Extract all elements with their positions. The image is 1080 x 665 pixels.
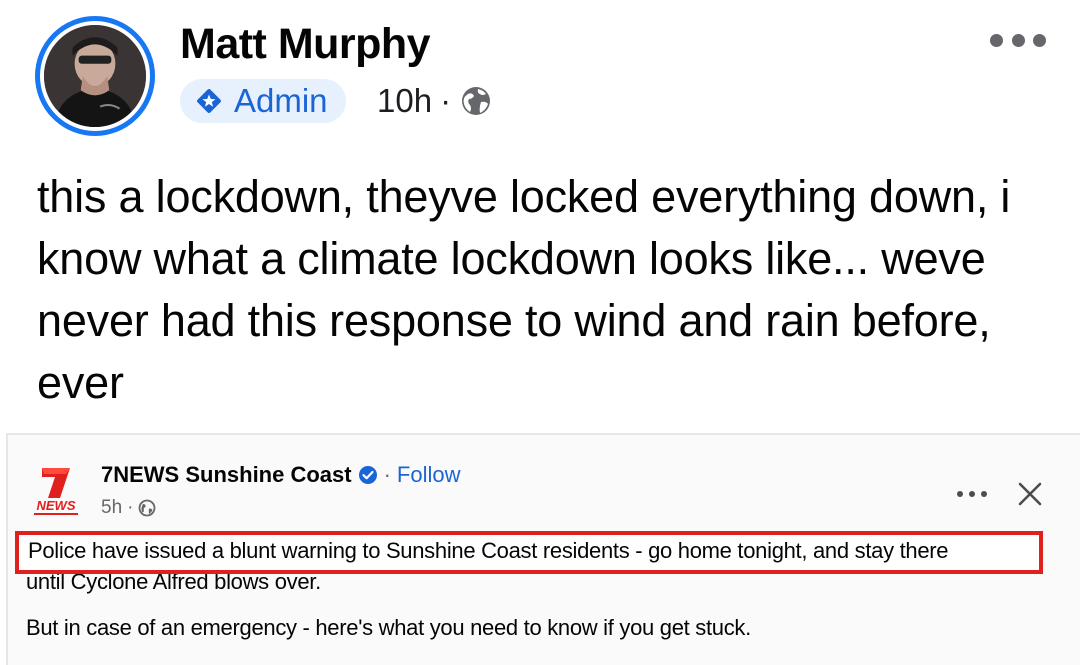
dot bbox=[957, 491, 963, 497]
shared-post-header: 7NEWS Sunshine Coast · Follow bbox=[101, 462, 461, 488]
header-separator: · bbox=[383, 462, 391, 487]
admin-shield-icon bbox=[197, 89, 221, 113]
post-text: this a lockdown, theyve locked everythin… bbox=[37, 171, 1011, 408]
avatar-image bbox=[44, 25, 146, 127]
dot bbox=[1033, 33, 1046, 47]
svg-text:NEWS: NEWS bbox=[37, 498, 76, 513]
dot bbox=[981, 491, 987, 497]
shared-post-text-line-3: But in case of an emergency - here's wha… bbox=[26, 615, 751, 640]
shared-post-more-icon[interactable] bbox=[957, 490, 987, 498]
dot bbox=[969, 491, 975, 497]
follow-button[interactable]: Follow bbox=[397, 462, 461, 488]
author-name[interactable]: Matt Murphy bbox=[180, 20, 431, 69]
profile-avatar-ring[interactable] bbox=[35, 16, 155, 136]
dot bbox=[990, 33, 1003, 47]
close-icon[interactable] bbox=[1015, 479, 1045, 509]
globe-icon bbox=[462, 87, 491, 115]
dot bbox=[1011, 33, 1025, 47]
globe-icon bbox=[139, 499, 156, 517]
shared-meta-separator: · bbox=[127, 497, 134, 518]
7news-logo[interactable]: NEWS bbox=[26, 464, 86, 520]
profile-avatar[interactable] bbox=[44, 25, 146, 127]
page-name-link[interactable]: 7NEWS Sunshine Coast bbox=[101, 462, 352, 488]
post-meta: 10h · bbox=[377, 81, 493, 121]
post-timestamp[interactable]: 10h bbox=[377, 82, 432, 120]
verified-badge-icon bbox=[358, 466, 377, 484]
admin-label: Admin bbox=[234, 82, 328, 119]
shared-post-text-line-1: Police have issued a blunt warning to Su… bbox=[28, 538, 949, 563]
admin-badge: Admin bbox=[180, 79, 346, 123]
more-horizontal-icon[interactable] bbox=[990, 32, 1046, 48]
meta-separator: · bbox=[440, 82, 452, 119]
shared-post-timestamp[interactable]: 5h bbox=[101, 497, 122, 519]
shared-post-meta: 5h · bbox=[101, 497, 156, 519]
